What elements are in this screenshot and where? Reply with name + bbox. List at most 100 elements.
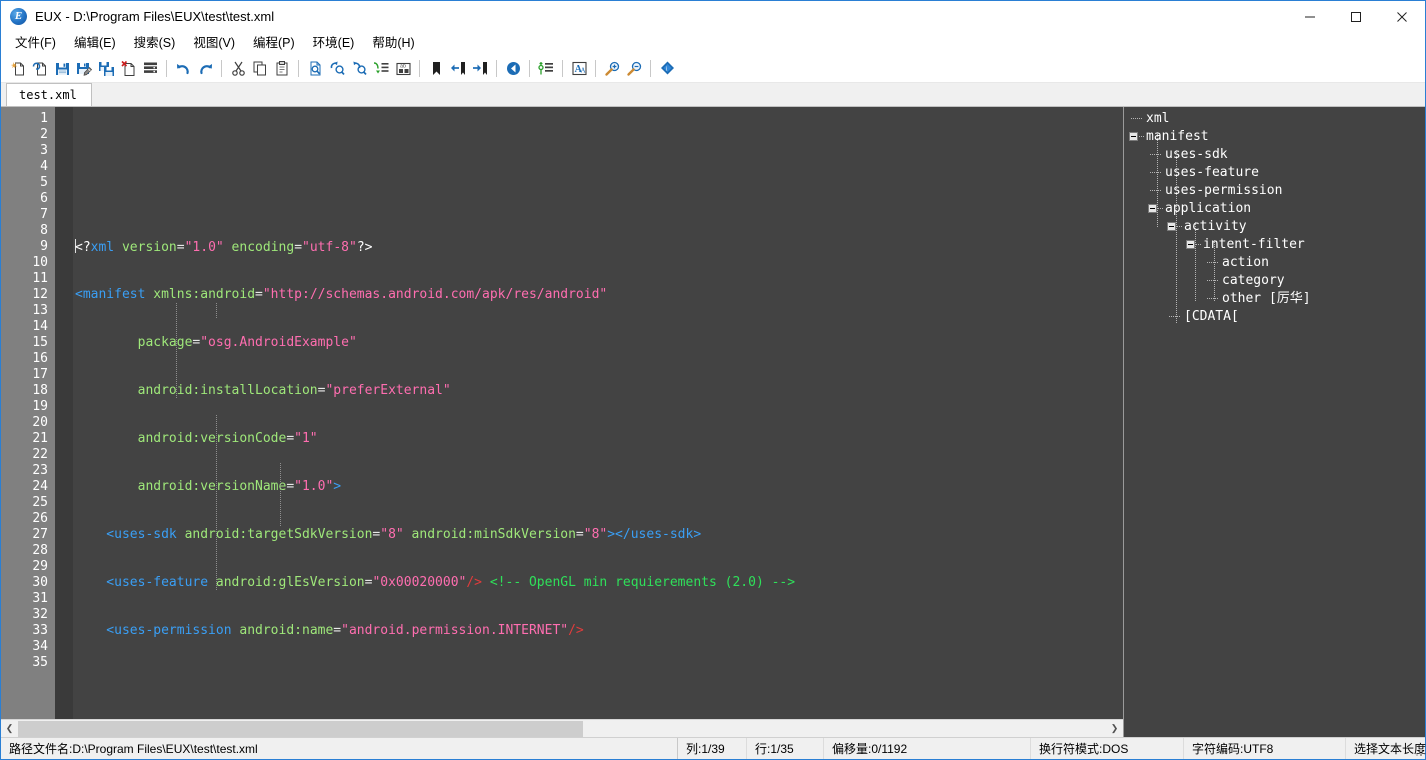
tree-connector bbox=[1195, 222, 1196, 302]
tree-node-activity[interactable]: activity bbox=[1124, 218, 1425, 236]
find-icon[interactable] bbox=[304, 56, 326, 80]
format-list-icon[interactable] bbox=[535, 56, 557, 80]
tree-connector bbox=[1166, 308, 1184, 326]
code-line: android:versionCode="1" bbox=[75, 431, 1123, 447]
tree-node-uses-feature[interactable]: uses-feature bbox=[1124, 164, 1425, 182]
line-number: 15 bbox=[1, 335, 55, 351]
copy-icon[interactable] bbox=[249, 56, 271, 80]
line-number: 35 bbox=[1, 655, 55, 671]
bookmark-toggle-icon[interactable] bbox=[425, 56, 447, 80]
paste-icon[interactable] bbox=[271, 56, 293, 80]
tree-connector bbox=[1176, 150, 1177, 323]
line-number: 20 bbox=[1, 415, 55, 431]
save-icon[interactable] bbox=[51, 56, 73, 80]
tree-expander-icon[interactable] bbox=[1185, 236, 1203, 254]
tree-node-manifest[interactable]: manifest bbox=[1124, 128, 1425, 146]
line-number: 4 bbox=[1, 159, 55, 175]
menu-view[interactable]: 视图(V) bbox=[184, 33, 244, 53]
tree-node-intent-filter[interactable]: intent-filter bbox=[1124, 236, 1425, 254]
tree-node-category[interactable]: category bbox=[1124, 272, 1425, 290]
tree-expander-icon[interactable] bbox=[1128, 128, 1146, 146]
font-icon[interactable]: AA bbox=[568, 56, 590, 80]
menu-help-label: 帮助(H) bbox=[372, 36, 414, 50]
minimize-button[interactable] bbox=[1287, 1, 1333, 32]
scroll-right-icon[interactable]: ❯ bbox=[1106, 721, 1123, 737]
workspace: 1234567891011121314151617181920212223242… bbox=[1, 107, 1425, 737]
editor-horizontal-scrollbar[interactable]: ❮ ❯ bbox=[1, 719, 1123, 737]
indent-guide bbox=[176, 303, 177, 399]
bookmark-previous-icon[interactable] bbox=[447, 56, 469, 80]
line-number: 33 bbox=[1, 623, 55, 639]
line-number: 19 bbox=[1, 399, 55, 415]
tree-node-uses-sdk[interactable]: uses-sdk bbox=[1124, 146, 1425, 164]
close-button[interactable] bbox=[1379, 1, 1425, 32]
line-number: 30 bbox=[1, 575, 55, 591]
tree-expander-icon[interactable] bbox=[1147, 200, 1165, 218]
scroll-left-icon[interactable]: ❮ bbox=[1, 721, 18, 737]
close-file-icon[interactable] bbox=[117, 56, 139, 80]
find-previous-icon[interactable] bbox=[326, 56, 348, 80]
tree-node-label: uses-sdk bbox=[1165, 146, 1228, 164]
menu-edit[interactable]: 编辑(E) bbox=[65, 33, 125, 53]
toolbar-separator-4 bbox=[419, 60, 420, 77]
line-number-gutter: 1234567891011121314151617181920212223242… bbox=[1, 107, 55, 719]
menu-program-label: 编程(P) bbox=[253, 36, 295, 50]
toolbar-separator-7 bbox=[562, 60, 563, 77]
indent-guide bbox=[280, 463, 281, 527]
new-file-icon[interactable] bbox=[7, 56, 29, 80]
tree-connector bbox=[1147, 146, 1165, 164]
tree-node-uses-permission[interactable]: uses-permission bbox=[1124, 182, 1425, 200]
cut-icon[interactable] bbox=[227, 56, 249, 80]
line-number: 29 bbox=[1, 559, 55, 575]
code-line: android:installLocation="preferExternal" bbox=[75, 383, 1123, 399]
tree-expander-icon[interactable] bbox=[1166, 218, 1184, 236]
scroll-track[interactable] bbox=[18, 721, 1106, 737]
menu-search[interactable]: 搜索(S) bbox=[125, 33, 185, 53]
line-number: 26 bbox=[1, 511, 55, 527]
undo-icon[interactable] bbox=[172, 56, 194, 80]
save-as-icon[interactable] bbox=[73, 56, 95, 80]
line-number: 17 bbox=[1, 367, 55, 383]
close-all-icon[interactable] bbox=[139, 56, 161, 80]
menu-environment[interactable]: 环境(E) bbox=[304, 33, 364, 53]
maximize-button[interactable] bbox=[1333, 1, 1379, 32]
tree-node-label: activity bbox=[1184, 218, 1247, 236]
goto-icon[interactable]: ab bbox=[392, 56, 414, 80]
zoom-out-icon[interactable] bbox=[623, 56, 645, 80]
status-file-path: 路径文件名:D:\Program Files\EUX\test\test.xml bbox=[1, 738, 678, 759]
save-all-icon[interactable] bbox=[95, 56, 117, 80]
tree-node-label: other [厉华] bbox=[1222, 290, 1311, 308]
svg-text:ab: ab bbox=[400, 63, 406, 69]
menu-file[interactable]: 文件(F) bbox=[6, 33, 65, 53]
find-next-icon[interactable] bbox=[348, 56, 370, 80]
menu-help[interactable]: 帮助(H) bbox=[363, 33, 423, 53]
line-number: 14 bbox=[1, 319, 55, 335]
bookmark-next-icon[interactable] bbox=[469, 56, 491, 80]
back-icon[interactable] bbox=[502, 56, 524, 80]
open-file-icon[interactable] bbox=[29, 56, 51, 80]
tree-node-action[interactable]: action bbox=[1124, 254, 1425, 272]
code-line: <uses-permission android:name="android.p… bbox=[75, 623, 1123, 639]
about-icon[interactable]: i bbox=[656, 56, 678, 80]
tree-node-application[interactable]: application bbox=[1124, 200, 1425, 218]
eux-editor-window: EUX - D:\Program Files\EUX\test\test.xml… bbox=[0, 0, 1426, 760]
tree-node-label: uses-permission bbox=[1165, 182, 1282, 200]
menu-environment-label: 环境(E) bbox=[313, 36, 355, 50]
status-encoding: 字符编码:UTF8 bbox=[1184, 738, 1346, 759]
menu-program[interactable]: 编程(P) bbox=[244, 33, 304, 53]
code-text-area[interactable]: <?xml version="1.0" encoding="utf-8"?> <… bbox=[73, 107, 1123, 719]
redo-icon[interactable] bbox=[194, 56, 216, 80]
code-line: android:versionName="1.0"> bbox=[75, 479, 1123, 495]
tree-node-xml[interactable]: xml bbox=[1124, 110, 1425, 128]
code-line: package="osg.AndroidExample" bbox=[75, 335, 1123, 351]
scroll-thumb[interactable] bbox=[18, 721, 583, 737]
replace-icon[interactable] bbox=[370, 56, 392, 80]
tree-node-other[interactable]: other [厉华] bbox=[1124, 290, 1425, 308]
tab-test-xml[interactable]: test.xml bbox=[6, 83, 92, 106]
tree-node-cdata[interactable]: [CDATA[ bbox=[1124, 308, 1425, 326]
resize-grip-icon[interactable] bbox=[1411, 745, 1423, 757]
zoom-in-icon[interactable] bbox=[601, 56, 623, 80]
toolbar: ab AA i bbox=[1, 54, 1425, 83]
tree-node-label: application bbox=[1165, 200, 1251, 218]
fold-margin[interactable] bbox=[55, 107, 73, 719]
